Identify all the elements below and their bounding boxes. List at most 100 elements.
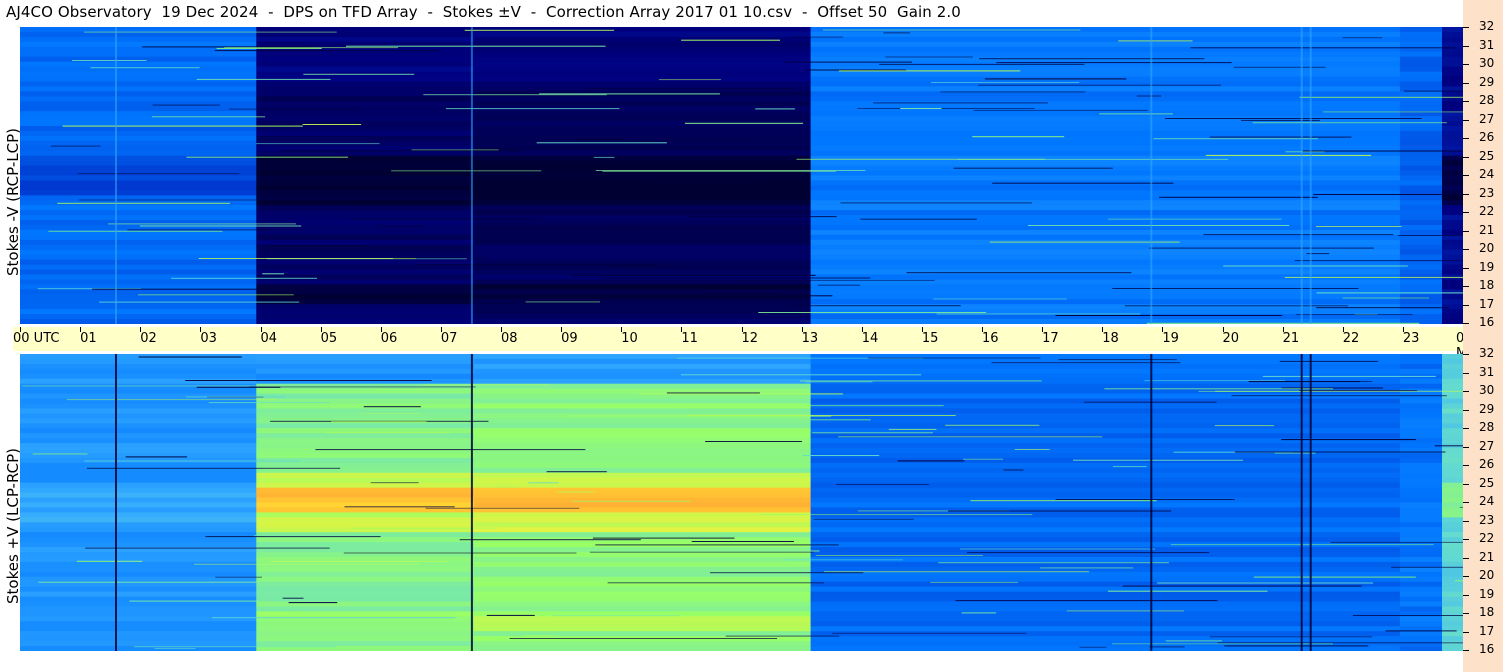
top-spectrogram-cell xyxy=(20,190,257,196)
bottom-spectrogram-cell xyxy=(256,388,475,394)
top-spectrogram-cell xyxy=(20,314,257,320)
chart-title: AJ4CO Observatory 19 Dec 2024 - DPS on T… xyxy=(6,3,961,21)
bottom-spectrogram-streak xyxy=(960,548,1155,550)
freq-tick xyxy=(1463,193,1469,195)
top-spectrogram-streak xyxy=(48,230,223,232)
top-spectrogram-streak xyxy=(630,140,762,142)
top-spectrogram-streak xyxy=(1316,292,1463,294)
top-spectrogram-cell xyxy=(256,56,475,63)
bottom-spectrogram-cell xyxy=(1442,354,1463,360)
bottom-spectrogram-streak xyxy=(1454,580,1463,582)
bottom-spectrogram-cell xyxy=(256,641,475,647)
bottom-spectrogram-streak xyxy=(351,527,498,529)
frequency-axis: 32 31 30 29 28 27 26 25 24 23 22 21 20 19 18 17 16 32 31 30… xyxy=(1463,0,1503,672)
top-spectrogram-streak xyxy=(992,182,1174,184)
top-spectrogram-streak xyxy=(78,199,344,201)
bottom-spectrogram-streak xyxy=(1149,646,1185,648)
bottom-spectrogram-streak xyxy=(528,482,559,484)
top-spectrogram-cell xyxy=(256,215,475,221)
bottom-spectrogram-cell xyxy=(473,443,812,449)
top-spectrogram-cell xyxy=(20,121,257,127)
bottom-spectrogram-cell xyxy=(810,547,1401,553)
bottom-spectrogram-streak xyxy=(22,385,280,387)
top-spectrogram-cell xyxy=(20,91,257,97)
top-spectrogram-streak xyxy=(973,109,1148,111)
bottom-spectrogram-cell xyxy=(256,378,475,385)
bottom-spectrogram-cell xyxy=(1399,636,1443,642)
bottom-spectrogram-streak xyxy=(32,453,88,455)
freq-tick xyxy=(1463,631,1469,633)
bottom-spectrogram-cell xyxy=(256,596,475,602)
bottom-spectrogram-streak xyxy=(691,541,794,542)
top-spectrogram-streak xyxy=(412,298,452,300)
time-tick-label: 11 xyxy=(681,331,698,346)
top-spectrogram-streak xyxy=(1342,37,1383,39)
bottom-spectrogram-cell xyxy=(473,438,812,444)
bottom-spectrogram-cell xyxy=(20,502,257,508)
top-spectrogram-cell xyxy=(1399,185,1443,191)
bottom-spectrogram-streak xyxy=(705,441,802,442)
bottom-spectrogram-cell xyxy=(1442,621,1463,627)
bottom-spectrogram-streak xyxy=(710,572,864,574)
top-spectrogram-cell xyxy=(473,229,812,236)
top-spectrogram-streak xyxy=(1398,235,1463,236)
top-spectrogram-cell xyxy=(1399,304,1443,310)
bottom-spectrogram-cell xyxy=(473,492,812,498)
top-spectrogram-streak xyxy=(539,93,720,95)
top-spectrogram-cell xyxy=(1442,269,1463,275)
bottom-spectrogram-cell xyxy=(810,487,1401,493)
bottom-spectrogram-cell xyxy=(1442,641,1463,647)
bottom-spectrogram-streak xyxy=(867,357,1041,359)
bottom-spectrogram-cell xyxy=(1442,532,1463,538)
time-tick-label: 18 xyxy=(1102,331,1119,346)
bottom-spectrogram-cell xyxy=(1399,398,1443,404)
top-spectrogram-streak xyxy=(931,82,1080,83)
freq-tick-label: 21 xyxy=(1479,222,1495,237)
top-spectrogram-cell xyxy=(810,195,1401,201)
top-spectrogram-cell xyxy=(1442,116,1463,122)
top-spectrogram-cell xyxy=(256,111,475,117)
bottom-spectrogram-cell xyxy=(256,606,475,612)
time-tick-label: 17 xyxy=(1042,331,1059,346)
top-spectrogram-cell xyxy=(1399,101,1443,107)
bottom-spectrogram-streak xyxy=(948,510,1172,512)
bottom-spectrogram-cell xyxy=(1442,393,1463,399)
bottom-spectrogram-streak xyxy=(897,460,965,462)
top-spectrogram-streak xyxy=(906,272,1132,274)
bottom-spectrogram-streak xyxy=(423,384,550,386)
bottom-spectrogram-cell xyxy=(1399,492,1443,498)
top-spectrogram-cell xyxy=(256,101,475,107)
bottom-spectrogram-cell xyxy=(1399,522,1443,528)
bottom-spectrogram-cell xyxy=(1442,467,1463,474)
bottom-spectrogram-streak xyxy=(832,632,1027,634)
bottom-spectrogram-cell xyxy=(473,448,812,454)
top-spectrogram-streak xyxy=(595,170,866,171)
top-spectrogram-cell xyxy=(473,126,812,132)
bottom-spectrogram-cell xyxy=(20,373,257,380)
top-spectrogram-cell xyxy=(473,195,812,201)
bottom-spectrogram-cell xyxy=(256,354,475,360)
bottom-spectrogram-cell xyxy=(1442,547,1463,553)
top-spectrogram-cell xyxy=(810,160,1401,166)
top-spectrogram-streak xyxy=(1165,118,1422,119)
top-spectrogram-cell xyxy=(1399,135,1443,142)
bottom-spectrogram-cell xyxy=(20,368,257,375)
top-spectrogram-cell xyxy=(20,229,257,236)
top-spectrogram-streak xyxy=(984,78,1127,80)
bottom-spectrogram-cell xyxy=(1399,596,1443,602)
top-spectrogram-streak xyxy=(1027,225,1290,226)
freq-tick-label: 27 xyxy=(1479,111,1495,126)
bottom-spectrogram-cell xyxy=(1442,477,1463,484)
bottom-spectrogram-cell xyxy=(1399,507,1443,513)
bottom-spectrogram-vertical-line xyxy=(1300,354,1303,651)
bottom-spectrogram-cell xyxy=(20,512,257,518)
top-spectrogram-streak xyxy=(108,223,297,225)
bottom-spectrogram-cell xyxy=(1399,547,1443,553)
top-spectrogram-cell xyxy=(20,249,257,256)
top-spectrogram-cell xyxy=(1442,140,1463,147)
top-spectrogram-cell xyxy=(1399,239,1443,246)
top-spectrogram-cell xyxy=(473,309,812,315)
freq-tick-label: 29 xyxy=(1479,74,1495,89)
top-spectrogram-streak xyxy=(571,274,816,276)
freq-tick-label: 20 xyxy=(1479,241,1495,255)
